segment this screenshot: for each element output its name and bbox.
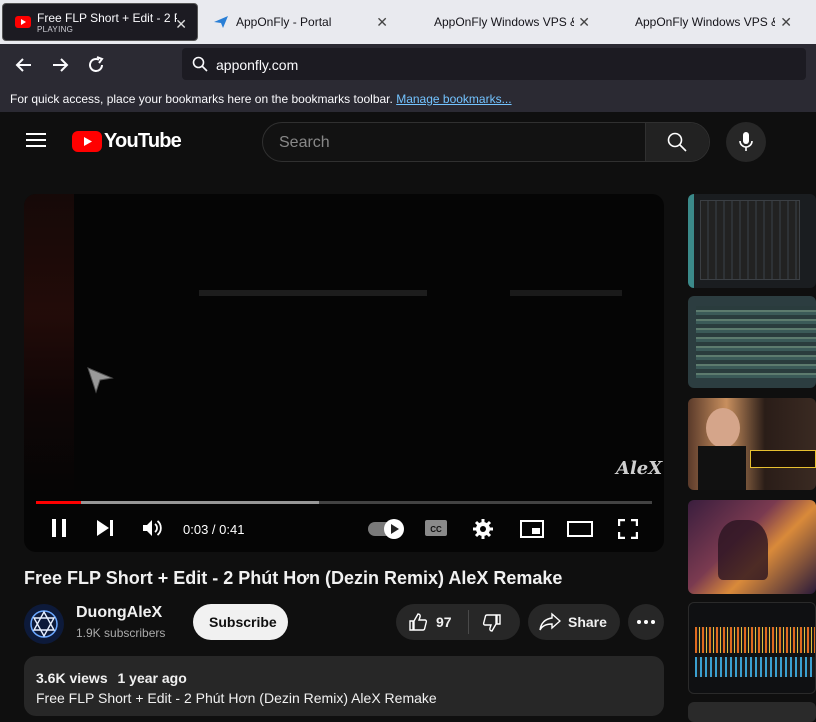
thumbnail-art [695, 657, 815, 677]
search-input[interactable]: Search [279, 134, 330, 152]
youtube-logo[interactable]: YouTube [72, 130, 182, 153]
bookmarks-hint: For quick access, place your bookmarks h… [10, 92, 393, 106]
video-player[interactable]: AleX 0:03 / 0:41 CC [24, 194, 664, 552]
progress-track[interactable] [36, 501, 652, 504]
tab-apponfly-vps-2[interactable]: AppOnFly Windows VPS & ✕ [604, 3, 802, 41]
play-icon [391, 524, 399, 534]
tab-title: AppOnFly Windows VPS & [434, 15, 574, 29]
captions-icon[interactable]: CC [424, 519, 448, 537]
share-arrow-icon [539, 612, 561, 631]
bookmarks-toolbar: For quick access, place your bookmarks h… [0, 86, 816, 112]
recommended-thumbnail[interactable] [688, 296, 816, 388]
video-title: Free FLP Short + Edit - 2 Phút Hơn (Dezi… [24, 568, 563, 588]
svg-text:CC: CC [430, 525, 442, 534]
youtube-logo-text: YouTube [104, 130, 182, 152]
tab-youtube[interactable]: Free FLP Short + Edit - 2 Ph PLAYING ✕ [2, 3, 198, 41]
back-arrow-icon[interactable] [13, 54, 35, 76]
fullscreen-icon[interactable] [618, 519, 638, 539]
thumbs-up-icon [409, 613, 428, 631]
subscribe-label: Subscribe [209, 614, 277, 630]
search-box[interactable]: Search [262, 122, 710, 162]
video-frame-bar [199, 290, 427, 296]
close-tab-icon[interactable]: ✕ [376, 14, 388, 31]
thumbnail-art [706, 408, 740, 448]
miniplayer-icon[interactable] [520, 520, 544, 538]
tab-title: Free FLP Short + Edit - 2 Ph [37, 10, 177, 25]
thumbnail-art [750, 450, 816, 468]
close-tab-icon[interactable]: ✕ [175, 16, 187, 33]
recommended-thumbnail[interactable] [688, 500, 816, 594]
channel-name[interactable]: DuongAleX [76, 604, 162, 622]
recommended-thumbnail[interactable] [688, 194, 816, 288]
subscribe-button[interactable]: Subscribe [193, 604, 288, 640]
dislike-button[interactable] [469, 604, 520, 640]
thumbnail-art [698, 446, 746, 490]
share-button[interactable]: Share [528, 604, 620, 640]
description-text: Free FLP Short + Edit - 2 Phút Hơn (Dezi… [36, 690, 437, 706]
recommended-thumbnail[interactable] [688, 398, 816, 490]
more-dots-icon [637, 620, 655, 624]
search-icon [192, 56, 208, 72]
like-button[interactable]: 97 [396, 604, 468, 640]
forward-arrow-icon[interactable] [49, 54, 71, 76]
recommended-thumbnail[interactable] [688, 602, 816, 694]
subscriber-count: 1.9K subscribers [76, 626, 166, 640]
tab-playing-status: PLAYING [37, 24, 74, 34]
manage-bookmarks-link[interactable]: Manage bookmarks... [396, 92, 511, 106]
tab-apponfly-portal[interactable]: AppOnFly - Portal ✕ [202, 3, 398, 41]
search-button[interactable] [645, 123, 709, 161]
close-tab-icon[interactable]: ✕ [780, 14, 792, 31]
autoplay-toggle[interactable] [368, 519, 404, 539]
description-box[interactable]: 3.6K views 1 year ago Free FLP Short + E… [24, 656, 664, 716]
browser-tab-bar: Free FLP Short + Edit - 2 Ph PLAYING ✕ A… [0, 0, 816, 44]
youtube-play-logo-icon [72, 131, 102, 152]
youtube-header: YouTube Search [0, 112, 816, 172]
hamburger-menu-icon[interactable] [26, 132, 46, 148]
settings-gear-icon[interactable] [472, 518, 494, 540]
thumbnail-art [718, 520, 768, 580]
pause-icon[interactable] [50, 518, 68, 538]
next-icon[interactable] [96, 520, 114, 536]
view-count: 3.6K views [36, 670, 108, 686]
video-watermark: AleX [616, 458, 663, 479]
time-display: 0:03 / 0:41 [183, 522, 245, 537]
more-actions-button[interactable] [628, 604, 664, 640]
share-label: Share [568, 614, 607, 630]
channel-logo-icon [30, 610, 58, 638]
volume-icon[interactable] [142, 518, 164, 538]
thumbnail-art [700, 200, 800, 280]
recommended-thumbnail[interactable] [688, 702, 816, 722]
video-frame-edge [24, 194, 74, 494]
paper-plane-icon [214, 16, 228, 28]
thumbnail-art [696, 306, 816, 378]
tab-title: AppOnFly - Portal [236, 15, 332, 29]
tab-apponfly-vps-1[interactable]: AppOnFly Windows VPS & ✕ [402, 3, 600, 41]
progress-played [36, 501, 81, 504]
reload-icon[interactable] [85, 54, 107, 76]
autoplay-knob [384, 519, 404, 539]
thumbnail-art [688, 194, 694, 288]
like-dislike-group: 97 [396, 604, 520, 640]
thumbnail-art [695, 627, 815, 653]
search-icon [667, 132, 687, 152]
microphone-icon [739, 132, 753, 151]
channel-avatar[interactable] [24, 604, 64, 644]
youtube-favicon-icon [15, 16, 31, 28]
voice-search-button[interactable] [726, 122, 766, 162]
upload-age: 1 year ago [117, 670, 187, 686]
theater-mode-icon[interactable] [567, 521, 593, 537]
url-text[interactable]: apponfly.com [216, 57, 298, 73]
tab-title: AppOnFly Windows VPS & [635, 15, 775, 29]
thumbs-down-icon [482, 614, 501, 632]
close-tab-icon[interactable]: ✕ [578, 14, 590, 31]
url-bar[interactable]: apponfly.com [182, 48, 806, 80]
cursor-arrow-icon [87, 367, 114, 394]
like-count: 97 [436, 614, 452, 630]
video-frame-bar [510, 290, 622, 296]
